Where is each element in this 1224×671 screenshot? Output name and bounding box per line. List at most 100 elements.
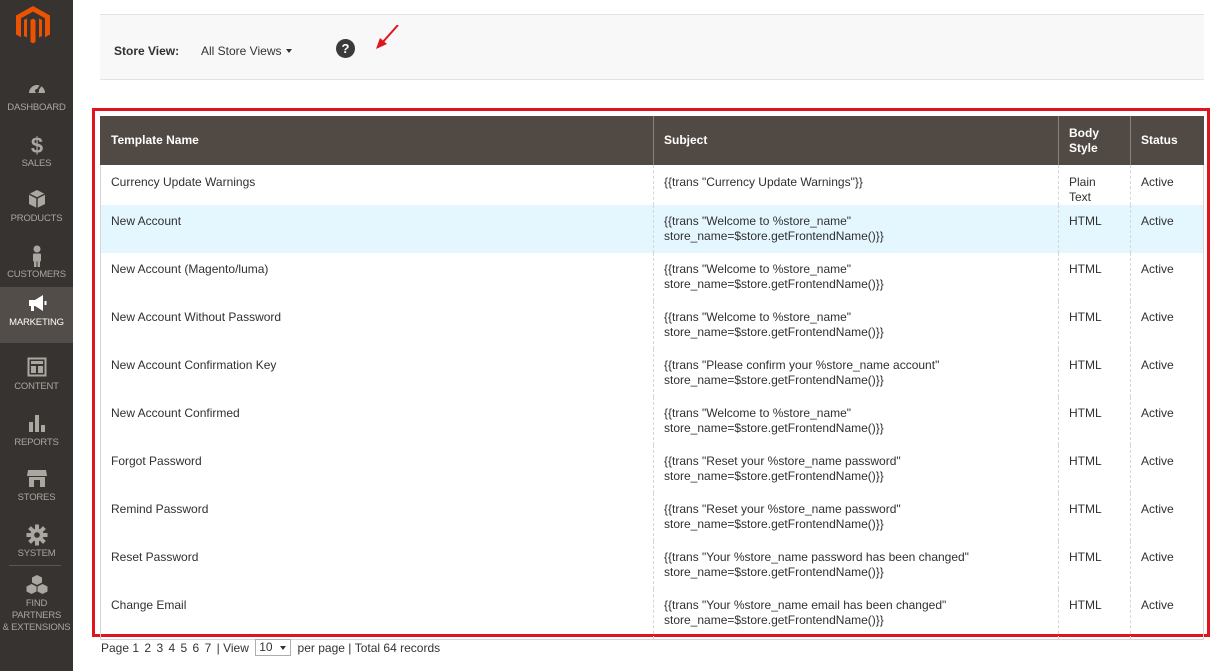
gear-icon: [0, 524, 73, 546]
subject-line: store_name=$store.getFrontendName()}}: [664, 325, 884, 339]
cell-subject: {{trans "Welcome to %store_name" store_na…: [653, 253, 1059, 301]
cell-template-name: New Account Confirmed: [100, 397, 654, 445]
cell-body-style: HTML: [1058, 301, 1131, 349]
page-link-5[interactable]: 5: [181, 641, 188, 655]
cell-status: Active: [1130, 253, 1204, 301]
table-row[interactable]: Reset Password {{trans "Your %store_name…: [100, 541, 1204, 589]
table-row[interactable]: New Account Confirmed {{trans "Welcome t…: [100, 397, 1204, 445]
subject-line: store_name=$store.getFrontendName()}}: [664, 373, 884, 387]
nav-label: & EXTENSIONS: [2, 622, 71, 633]
pager-page-label: Page: [101, 640, 130, 655]
header-text: Body: [1069, 125, 1099, 140]
cell-status: Active: [1130, 205, 1204, 253]
column-header-template-name[interactable]: Template Name: [100, 116, 654, 165]
nav-label: STORES: [17, 492, 56, 503]
subject-line: {{trans "Welcome to %store_name": [664, 214, 852, 228]
nav-stores[interactable]: STORES: [0, 462, 73, 518]
nav-label: CUSTOMERS: [7, 269, 66, 280]
column-header-status[interactable]: Status: [1130, 116, 1204, 165]
cell-template-name: Change Email: [100, 589, 654, 640]
dashboard-icon: [0, 78, 73, 100]
table-row[interactable]: New Account Without Password {{trans "We…: [100, 301, 1204, 349]
nav-label: PRODUCTS: [10, 213, 63, 224]
subject-line: store_name=$store.getFrontendName()}}: [664, 565, 884, 579]
store-view-label: Store View:: [114, 44, 180, 58]
storefront-icon: [0, 468, 73, 490]
cell-subject: {{trans "Your %store_name email has been…: [653, 589, 1059, 640]
layout-icon: [0, 357, 73, 379]
caret-down-icon: [280, 646, 287, 650]
grid-header-row: Template Name Subject Body Style Status: [100, 116, 1204, 165]
nav-reports[interactable]: REPORTS: [0, 407, 73, 463]
nav-find-partners[interactable]: FIND PARTNERS & EXTENSIONS: [0, 568, 73, 633]
table-row[interactable]: Currency Update Warnings {{trans "Curren…: [100, 165, 1204, 205]
column-header-subject[interactable]: Subject: [653, 116, 1059, 165]
subject-line: {{trans "Your %store_name password has b…: [664, 550, 969, 564]
nav-sales[interactable]: $ SALES: [0, 128, 73, 184]
nav-label: REPORTS: [14, 437, 59, 448]
cell-subject: {{trans "Please confirm your %store_name…: [653, 349, 1059, 397]
cell-status: Active: [1130, 349, 1204, 397]
caret-down-icon[interactable]: [286, 49, 292, 53]
cell-template-name: New Account Without Password: [100, 301, 654, 349]
store-view-bar: Store View: All Store Views ?: [100, 14, 1204, 80]
subject-line: {{trans "Reset your %store_name password…: [664, 454, 901, 468]
store-view-switcher[interactable]: All Store Views: [201, 44, 281, 58]
magento-logo-icon[interactable]: [16, 6, 50, 44]
table-row[interactable]: Forgot Password {{trans "Reset your %sto…: [100, 445, 1204, 493]
cell-status: Active: [1130, 493, 1204, 541]
subject-line: {{trans "Currency Update Warnings"}}: [664, 175, 863, 189]
subject-line: {{trans "Reset your %store_name password…: [664, 502, 901, 516]
cell-body-style: HTML: [1058, 493, 1131, 541]
table-row[interactable]: New Account {{trans "Welcome to %store_n…: [100, 205, 1204, 253]
page-link-2[interactable]: 2: [144, 641, 151, 655]
cell-body-style: HTML: [1058, 541, 1131, 589]
cell-subject: {{trans "Reset your %store_name password…: [653, 493, 1059, 541]
cell-status: Active: [1130, 301, 1204, 349]
nav-marketing[interactable]: MARKETING: [0, 287, 73, 343]
admin-sidebar: DASHBOARD $ SALES PRODUCTS CUSTOMERS MAR…: [0, 0, 73, 671]
cell-status: Active: [1130, 397, 1204, 445]
cell-template-name: New Account: [100, 205, 654, 253]
pager-separator: |: [216, 640, 220, 655]
pager-total: Total 64 records: [354, 640, 441, 655]
page-link-3[interactable]: 3: [156, 641, 163, 655]
cell-status: Active: [1130, 589, 1204, 640]
page-link-4[interactable]: 4: [168, 641, 175, 655]
header-text: Style: [1069, 140, 1098, 155]
templates-grid: Template Name Subject Body Style Status C…: [100, 116, 1204, 640]
nav-label: FIND PARTNERS: [11, 598, 62, 621]
box-icon: [0, 189, 73, 211]
cell-template-name: Reset Password: [100, 541, 654, 589]
table-row[interactable]: Change Email {{trans "Your %store_name e…: [100, 589, 1204, 640]
cell-status: Active: [1130, 541, 1204, 589]
page-link-1[interactable]: 1: [132, 641, 139, 655]
subject-line: {{trans "Welcome to %store_name": [664, 262, 852, 276]
nav-dashboard[interactable]: DASHBOARD: [0, 72, 73, 128]
nav-products[interactable]: PRODUCTS: [0, 183, 73, 239]
subject-line: store_name=$store.getFrontendName()}}: [664, 469, 884, 483]
nav-label: MARKETING: [9, 317, 64, 328]
table-row[interactable]: New Account Confirmation Key {{trans "Pl…: [100, 349, 1204, 397]
subject-line: store_name=$store.getFrontendName()}}: [664, 421, 884, 435]
table-row[interactable]: Remind Password {{trans "Reset your %sto…: [100, 493, 1204, 541]
cell-body-style: HTML: [1058, 205, 1131, 253]
column-header-body-style[interactable]: Body Style: [1058, 116, 1131, 165]
subject-line: {{trans "Welcome to %store_name": [664, 406, 852, 420]
pager-view-label: View: [223, 640, 249, 655]
page-link-6[interactable]: 6: [193, 641, 200, 655]
subject-line: {{trans "Welcome to %store_name": [664, 310, 852, 324]
nav-divider: [9, 565, 61, 566]
cell-template-name: Remind Password: [100, 493, 654, 541]
nav-content[interactable]: CONTENT: [0, 351, 73, 407]
per-page-select[interactable]: 10: [255, 639, 292, 656]
nav-label: SYSTEM: [17, 548, 56, 559]
cell-template-name: New Account Confirmation Key: [100, 349, 654, 397]
cell-body-style: HTML: [1058, 445, 1131, 493]
page-link-7[interactable]: 7: [205, 641, 212, 655]
help-icon[interactable]: ?: [336, 39, 355, 58]
cell-body-style: HTML: [1058, 349, 1131, 397]
table-row[interactable]: New Account (Magento/luma) {{trans "Welc…: [100, 253, 1204, 301]
nav-label: SALES: [21, 158, 52, 169]
cell-subject: {{trans "Welcome to %store_name" store_na…: [653, 301, 1059, 349]
